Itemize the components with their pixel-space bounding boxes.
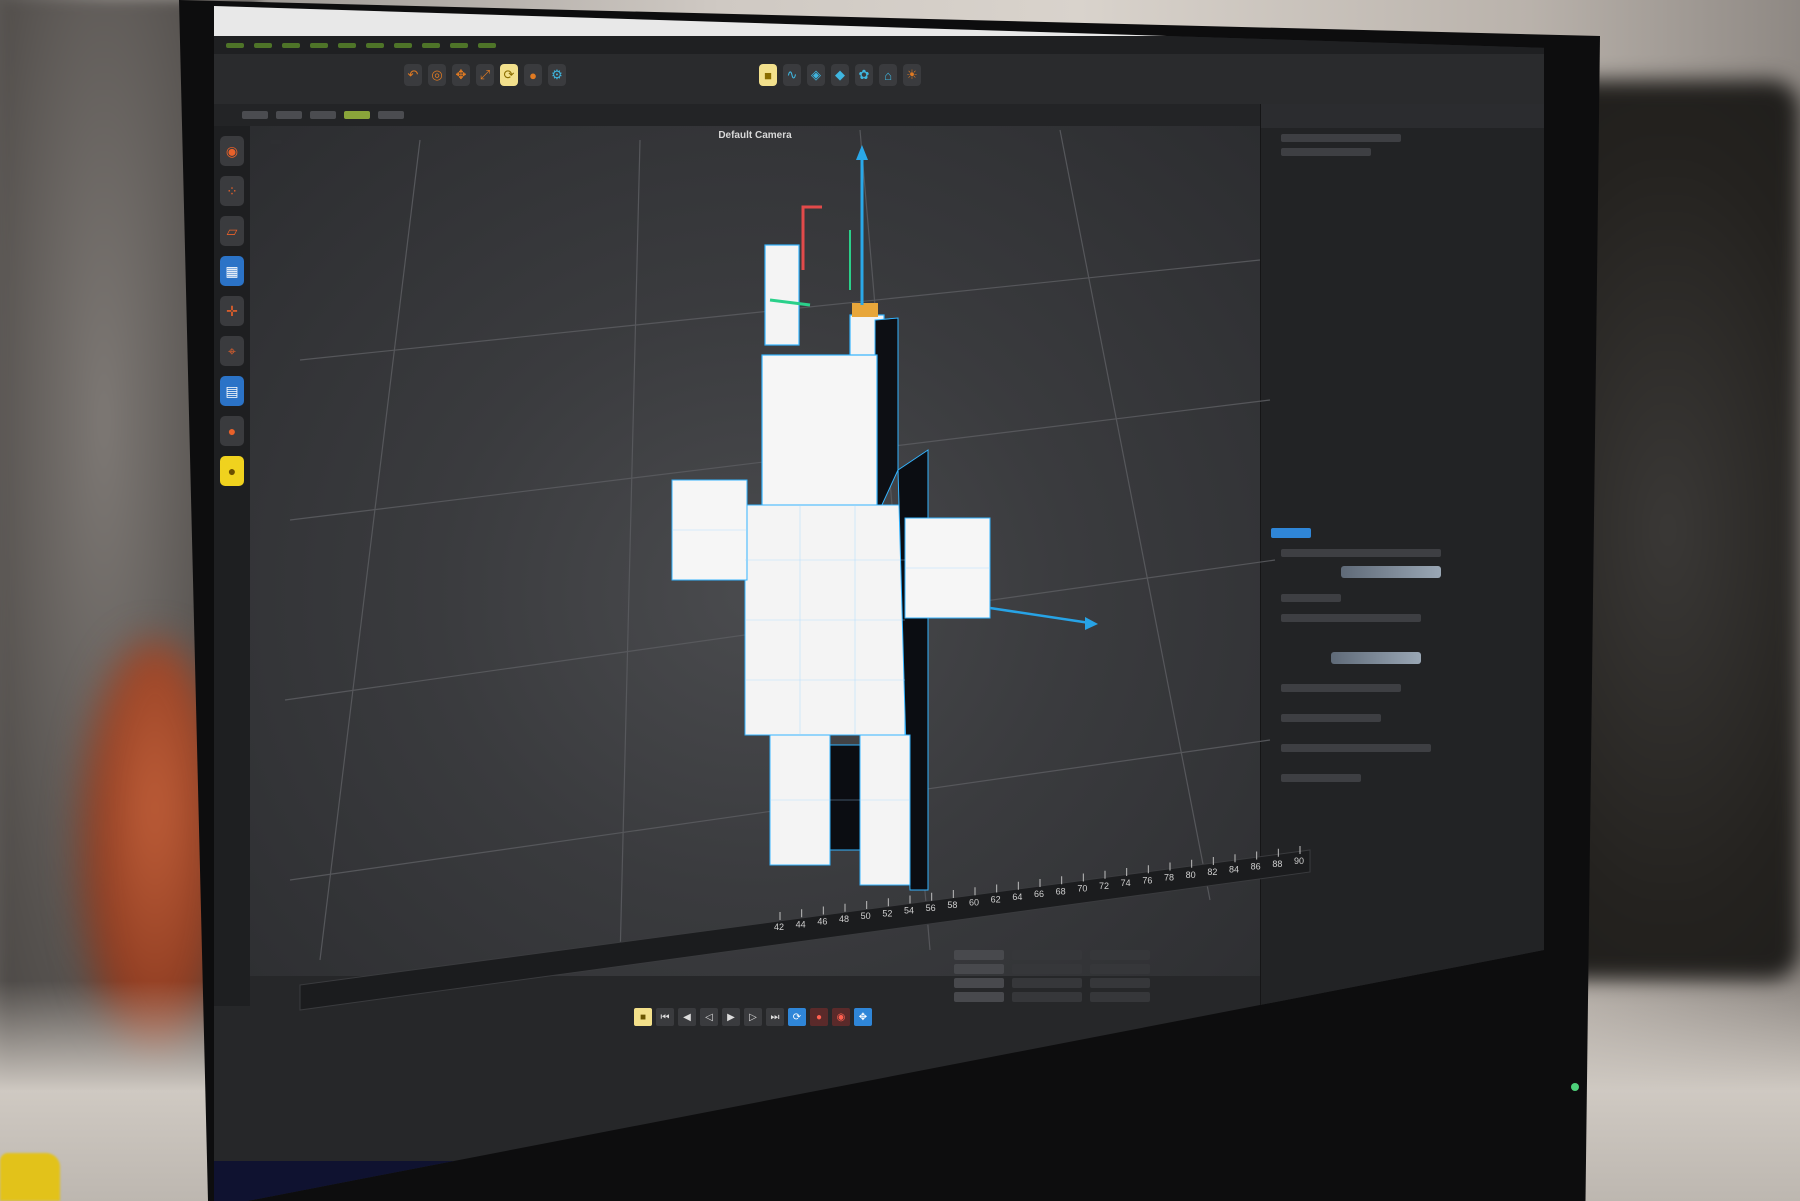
selected-point (852, 303, 878, 317)
left-ear (764, 244, 800, 346)
timeline-frame-label: 74 (1121, 878, 1131, 888)
timeline-frame-label: 44 (796, 919, 806, 929)
timeline-frame-label: 68 (1056, 886, 1066, 896)
timeline-frame-label: 78 (1164, 873, 1174, 883)
timeline-frame-label: 86 (1251, 862, 1261, 872)
head-side (874, 317, 899, 521)
timeline-frame-label: 70 (1077, 884, 1087, 894)
timeline-frame-label: 82 (1207, 867, 1217, 877)
timeline-frame-label: 48 (839, 914, 849, 924)
timeline-frame-label: 46 (817, 917, 827, 927)
scene-overlay: 42 44 46 48 50 52 54 56 58 60 62 64 66 68 70 72 74 76 78 80… (284, 129, 1579, 1091)
timeline-frame-label: 58 (947, 900, 957, 910)
timeline-frame-label: 90 (1294, 856, 1304, 866)
character-mesh (671, 244, 991, 891)
timeline-ruler (299, 849, 1311, 1011)
timeline-frame-label: 64 (1012, 892, 1022, 902)
timeline-frame-label: 62 (991, 895, 1001, 905)
timeline-frame-label: 56 (926, 903, 936, 913)
timeline-frame-label: 88 (1272, 859, 1282, 869)
leg-gap (829, 744, 861, 851)
timeline-frame-label: 80 (1186, 870, 1196, 880)
timeline-frame-label: 84 (1229, 864, 1239, 874)
head (761, 354, 878, 516)
timeline-frame-label: 42 (774, 922, 784, 932)
timeline-frame-label: 76 (1142, 875, 1152, 885)
power-led (1571, 1083, 1579, 1091)
timeline-frame-label: 66 (1034, 889, 1044, 899)
timeline-frame-label: 54 (904, 906, 914, 916)
timeline-frame-label: 60 (969, 897, 979, 907)
timeline-frame-label: 50 (861, 911, 871, 921)
timeline-frame-label: 52 (882, 908, 892, 918)
timeline-frame-label: 72 (1099, 881, 1109, 891)
right-leg (859, 734, 911, 886)
